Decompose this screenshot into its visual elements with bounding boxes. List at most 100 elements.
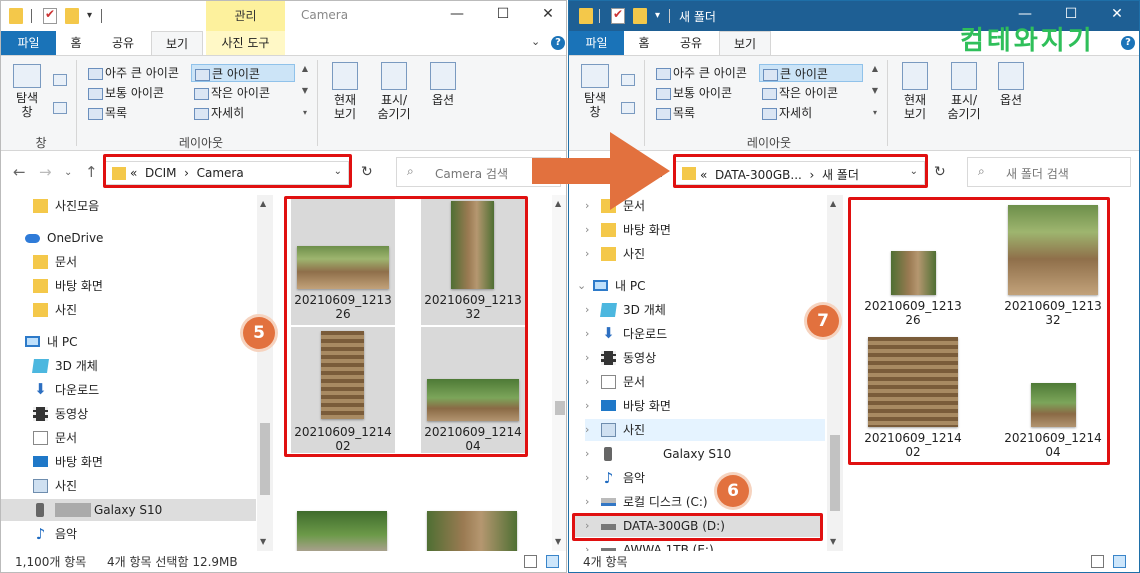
maximize-icon[interactable]: ☐ [1061,6,1081,22]
expand-icon[interactable]: › [585,371,589,393]
nav-item-onedrive-pictures[interactable]: 사진 [33,299,253,321]
layout-small-icons[interactable]: 작은 아이콘 [191,84,270,102]
nav-item-pictures[interactable]: › 사진 [585,419,825,441]
layout-list[interactable]: 목록 [85,104,127,122]
nav-item-pictures[interactable]: 사진 [33,475,253,497]
up-icon[interactable]: ↑ [85,163,98,181]
details-view-icon[interactable] [1091,555,1104,568]
file-item[interactable] [427,511,517,551]
nav-item-desktop[interactable]: 바탕 화면 [33,451,253,473]
customize-toolbar-icon[interactable]: ▾ [87,8,97,24]
refresh-icon[interactable]: ↻ [361,164,373,180]
nav-item-onedrive-desktop[interactable]: 바탕 화면 [33,275,253,297]
nav-item-videos[interactable]: 동영상 [33,403,253,425]
current-view-button[interactable]: 현재 보기 [325,62,365,121]
tab-view[interactable]: 보기 [151,31,203,55]
nav-item-this-pc[interactable]: 내 PC [25,331,253,353]
layout-scroll-up-icon[interactable]: ▲ [869,64,881,74]
tab-share[interactable]: 공유 [669,31,713,55]
large-icons-view-icon[interactable] [1113,555,1126,568]
show-hide-button[interactable]: 표시/ 숨기기 [939,62,989,121]
nav-item-onedrive-documents[interactable]: 문서 [33,251,253,273]
recent-locations-icon[interactable]: ⌄ [64,167,72,178]
chevron-up-icon[interactable]: ⌄ [531,35,540,48]
close-icon[interactable]: ✕ [1107,6,1127,22]
expand-icon[interactable]: › [585,299,589,321]
expand-icon[interactable]: › [585,243,589,265]
minimize-icon[interactable]: — [447,6,467,22]
tab-share[interactable]: 공유 [101,31,145,55]
tab-file[interactable]: 파일 [1,31,56,55]
customize-toolbar-icon[interactable]: ▾ [655,8,665,24]
expand-icon[interactable]: › [585,443,589,465]
expand-icon[interactable]: › [585,491,589,513]
show-hide-button[interactable]: 표시/ 숨기기 [369,62,419,121]
refresh-icon[interactable]: ↻ [934,164,946,180]
tab-home[interactable]: 홈 [59,31,93,55]
scroll-up-icon[interactable]: ▲ [260,199,266,208]
options-button[interactable]: 옵션 [425,62,461,107]
layout-scroll-down-icon[interactable]: ▼ [869,86,881,96]
scroll-up-icon[interactable]: ▲ [830,199,836,208]
nav-scrollbar[interactable]: ▲ ▼ [827,195,843,551]
layout-small-icons[interactable]: 작은 아이콘 [759,84,838,102]
layout-list[interactable]: 목록 [653,104,695,122]
nav-item-downloads[interactable]: › ⬇ 다운로드 [585,323,821,345]
preview-pane-icon[interactable] [621,74,635,86]
help-icon[interactable]: ? [551,36,565,50]
content-scrollbar[interactable]: ▲ ▼ [552,195,566,551]
layout-expand-icon[interactable]: ▾ [299,108,311,118]
properties-icon[interactable] [43,7,57,24]
preview-pane-icon[interactable] [53,74,67,86]
nav-item-onedrive[interactable]: OneDrive [25,227,253,249]
layout-expand-icon[interactable]: ▾ [869,108,881,118]
nav-item-photo-album[interactable]: 사진모음 [33,195,253,217]
expand-icon[interactable]: › [585,395,589,417]
layout-large-icons[interactable]: 큰 아이콘 [191,64,295,82]
properties-icon[interactable] [611,7,625,24]
nav-item-desktop[interactable]: › 바탕 화면 [585,395,821,417]
expand-icon[interactable]: › [585,467,589,489]
minimize-icon[interactable]: — [1015,6,1035,22]
nav-item-music[interactable]: › ♪ 음악 [585,467,821,489]
nav-item-music[interactable]: ♪ 음악 [33,523,253,545]
nav-item-3d-objects[interactable]: › 3D 개체 [585,299,821,321]
back-icon[interactable]: ← [13,163,26,181]
options-button[interactable]: 옵션 [993,62,1029,107]
layout-details[interactable]: 자세히 [759,104,812,122]
expand-icon[interactable]: › [585,347,589,369]
forward-icon[interactable]: → [39,163,52,181]
search-box[interactable]: ⌕ 새 폴더 검색 [967,157,1131,187]
nav-item-this-pc[interactable]: ⌄ 내 PC [577,275,821,297]
nav-scrollbar[interactable]: ▲ ▼ [257,195,273,551]
scroll-thumb[interactable] [555,401,565,415]
maximize-icon[interactable]: ☐ [493,6,513,22]
layout-large-icons[interactable]: 큰 아이콘 [759,64,863,82]
tab-file[interactable]: 파일 [569,31,624,55]
expand-icon[interactable]: › [585,419,589,441]
nav-item-videos[interactable]: › 동영상 [585,347,821,369]
layout-scroll-down-icon[interactable]: ▼ [299,86,311,96]
layout-medium-icons[interactable]: 보통 아이콘 [85,84,164,102]
scroll-down-icon[interactable]: ▼ [260,537,266,546]
navigation-pane-button[interactable]: 탐색 창 [575,64,615,119]
close-icon[interactable]: ✕ [538,6,558,22]
nav-item-documents[interactable]: 문서 [33,427,253,449]
layout-medium-icons[interactable]: 보통 아이콘 [653,84,732,102]
expand-icon[interactable]: › [585,323,589,345]
nav-item-3d-objects[interactable]: 3D 개체 [32,355,253,377]
details-pane-icon[interactable] [53,102,67,114]
new-folder-icon[interactable] [65,8,79,24]
details-view-icon[interactable] [524,555,537,568]
nav-item-galaxy-s10[interactable]: Galaxy S10 [1,499,256,521]
current-view-button[interactable]: 현재 보기 [895,62,935,121]
nav-item-documents[interactable]: › 문서 [585,371,821,393]
expand-icon[interactable]: › [585,219,589,241]
tab-view[interactable]: 보기 [719,31,771,55]
nav-item-onedrive-pictures[interactable]: › 사진 [585,243,821,265]
scroll-down-icon[interactable]: ▼ [555,537,561,546]
scroll-thumb[interactable] [260,423,270,495]
nav-item-galaxy-s10[interactable]: › Galaxy S10 [585,443,821,465]
tab-picture-tools[interactable]: 사진 도구 [206,31,285,55]
layout-scroll-up-icon[interactable]: ▲ [299,64,311,74]
